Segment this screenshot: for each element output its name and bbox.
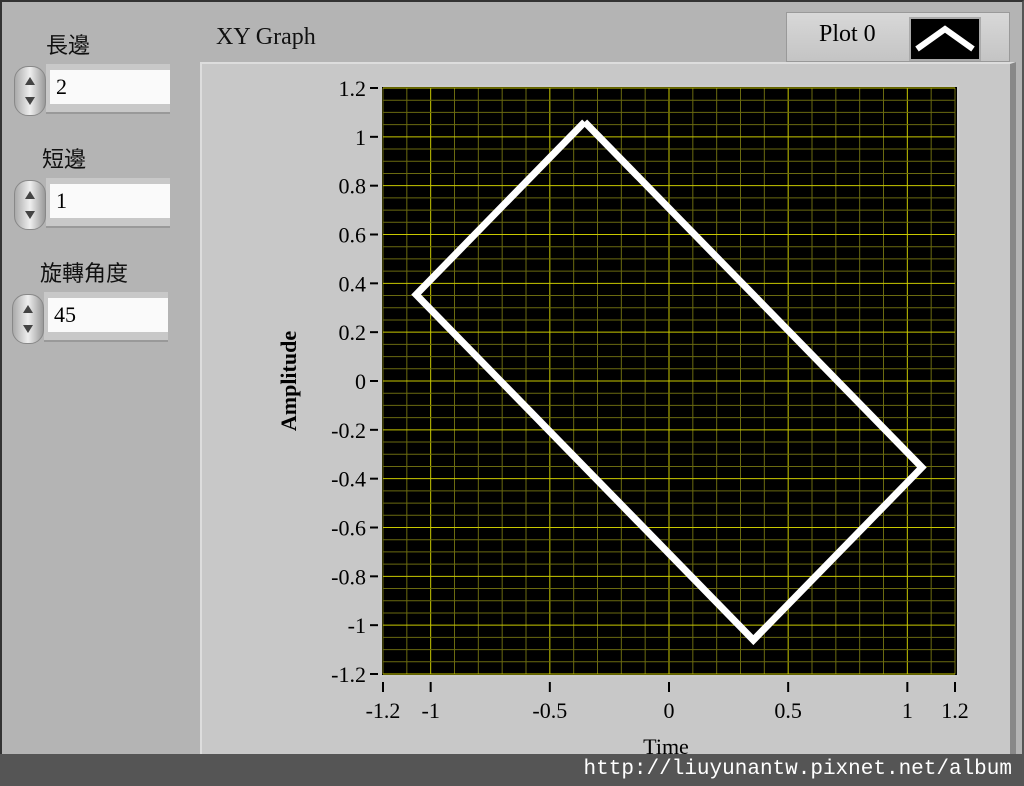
x-tick-label: 0.5: [774, 698, 802, 723]
y-tick-label: 0.6: [339, 223, 367, 248]
y-axis-label: Amplitude: [276, 331, 301, 431]
y-tick-label: 1: [355, 125, 366, 150]
y-tick-label: -0.2: [331, 418, 366, 443]
y-tick-label: 0: [355, 369, 366, 394]
y-tick-label: -0.6: [331, 516, 366, 541]
watermark-text: http://liuyunantw.pixnet.net/album: [583, 758, 1012, 781]
x-tick-label: 1: [902, 698, 913, 723]
x-tick-label: 0: [664, 698, 675, 723]
watermark-bar: http://liuyunantw.pixnet.net/album: [0, 754, 1024, 786]
y-tick-label: 0.4: [339, 271, 367, 296]
y-tick-label: -1: [348, 613, 366, 638]
x-tick-label: -1: [422, 698, 440, 723]
y-tick-label: -1.2: [331, 662, 366, 687]
y-tick-label: 0.2: [339, 320, 367, 345]
xy-graph: 1.210.80.60.40.20-0.2-0.4-0.6-0.8-1-1.2-…: [276, 76, 969, 759]
x-tick-label: -0.5: [532, 698, 567, 723]
x-tick-label: 1.2: [941, 698, 969, 723]
y-tick-label: -0.4: [331, 467, 366, 492]
x-tick-label: -1.2: [366, 698, 401, 723]
y-tick-label: 0.8: [339, 174, 367, 199]
y-tick-label: 1.2: [339, 76, 367, 101]
y-tick-label: -0.8: [331, 564, 366, 589]
